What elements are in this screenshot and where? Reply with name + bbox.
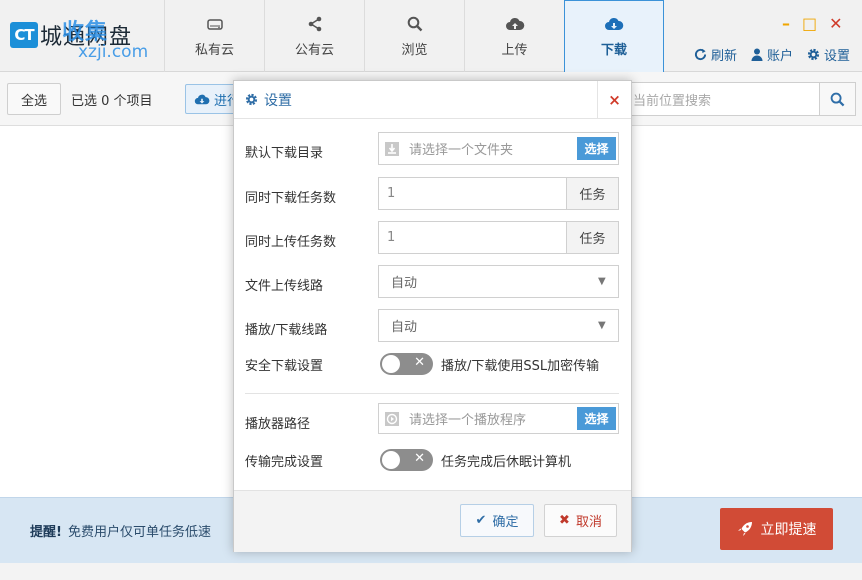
confirm-button[interactable]: ✔ 确定 — [460, 504, 534, 537]
toggle-knob — [382, 355, 400, 373]
gear-icon — [807, 48, 820, 61]
dialog-title: 设置 — [264, 92, 292, 109]
tab-public-cloud[interactable]: 公有云 — [264, 0, 364, 72]
tab-label: 浏览 — [401, 42, 428, 58]
concurrent-download-input[interactable]: 1 任务 — [378, 177, 619, 210]
drive-icon — [206, 15, 223, 33]
concurrent-upload-label: 同时上传任务数 — [245, 235, 337, 250]
dialog-header: 设置 × — [234, 81, 631, 119]
logo-badge: CT — [10, 22, 38, 48]
gear-icon — [245, 93, 258, 106]
maximize-button[interactable]: □ — [802, 14, 817, 34]
tab-label: 上传 — [501, 42, 528, 58]
toolbar-links: 刷新 账户 设置 — [694, 45, 850, 64]
top-header: CT 城通网盘 收集 xzji.com 私有云 公有云 浏览 上传 下载 – □… — [0, 0, 862, 72]
notice-title: 提醒! — [30, 525, 62, 540]
notice: 提醒! 免费用户仅可单任务低速 — [30, 521, 211, 540]
ssl-toggle[interactable]: ✕ — [380, 353, 433, 375]
tab-browse[interactable]: 浏览 — [364, 0, 464, 72]
cloud-download-icon — [194, 94, 210, 104]
concurrent-upload-unit: 任务 — [566, 222, 618, 253]
close-icon: ✖ — [559, 513, 570, 528]
download-dir-label: 默认下载目录 — [245, 146, 324, 161]
player-path-field[interactable]: 请选择一个播放程序 选择 — [378, 403, 619, 434]
window-controls: – □ ✕ — [782, 14, 843, 34]
caret-down-icon: ▼ — [598, 320, 606, 331]
choose-folder-button[interactable]: 选择 — [577, 137, 616, 160]
settings-dialog: 设置 × 默认下载目录 请选择一个文件夹 选择 同时下载任务数 1 任务 同时上… — [233, 80, 632, 552]
rocket-icon — [737, 522, 752, 536]
concurrent-download-unit: 任务 — [566, 178, 618, 209]
bottom-strip — [0, 563, 862, 580]
check-icon: ✔ — [475, 513, 487, 528]
search-input[interactable]: 当前位置搜索 — [630, 82, 820, 116]
select-all-button[interactable]: 全选 — [7, 83, 61, 115]
search-icon — [830, 92, 845, 106]
play-route-select[interactable]: 自动 ▼ — [378, 309, 619, 342]
refresh-button[interactable]: 刷新 — [694, 45, 737, 64]
tab-upload[interactable]: 上传 — [464, 0, 564, 72]
concurrent-download-label: 同时下载任务数 — [245, 191, 337, 206]
play-circle-icon — [379, 404, 405, 433]
settings-button[interactable]: 设置 — [807, 45, 850, 64]
choose-player-button[interactable]: 选择 — [577, 407, 616, 430]
minimize-button[interactable]: – — [782, 14, 790, 34]
toggle-off-icon: ✕ — [414, 451, 425, 466]
search-icon — [407, 15, 423, 33]
notice-text: 免费用户仅可单任务低速 — [67, 525, 211, 540]
search-button[interactable] — [819, 82, 856, 116]
refresh-icon — [694, 48, 707, 61]
concurrent-download-value: 1 — [387, 186, 396, 201]
toggle-off-icon: ✕ — [414, 355, 425, 370]
play-route-label: 播放/下载线路 — [245, 323, 328, 338]
tab-label: 私有云 — [194, 42, 234, 58]
upload-route-value: 自动 — [391, 276, 418, 291]
toggle-knob — [382, 451, 400, 469]
sleep-toggle-text: 任务完成后休眠计算机 — [441, 455, 572, 470]
upload-route-label: 文件上传线路 — [245, 279, 324, 294]
close-button[interactable]: ✕ — [829, 14, 842, 34]
sleep-toggle[interactable]: ✕ — [380, 449, 433, 471]
logo-text: 城通网盘 — [40, 25, 133, 50]
player-path-label: 播放器路径 — [245, 417, 311, 432]
share-icon — [307, 15, 323, 33]
user-icon — [751, 48, 763, 61]
secure-download-label: 安全下载设置 — [245, 359, 324, 374]
app-logo: CT 城通网盘 — [10, 18, 132, 52]
boost-button[interactable]: 立即提速 — [720, 508, 833, 550]
dialog-close-button[interactable]: × — [597, 81, 631, 119]
tab-label: 公有云 — [294, 42, 334, 58]
tab-download[interactable]: 下载 — [564, 0, 664, 72]
caret-down-icon: ▼ — [598, 276, 606, 287]
selected-count: 已选 0 个项目 — [71, 94, 153, 109]
dialog-divider — [245, 393, 619, 394]
concurrent-upload-value: 1 — [387, 230, 396, 245]
tab-private-cloud[interactable]: 私有云 — [164, 0, 264, 72]
concurrent-upload-input[interactable]: 1 任务 — [378, 221, 619, 254]
download-dir-field[interactable]: 请选择一个文件夹 选择 — [378, 132, 619, 165]
upload-route-select[interactable]: 自动 ▼ — [378, 265, 619, 298]
account-button[interactable]: 账户 — [751, 45, 793, 64]
download-folder-icon — [379, 133, 405, 164]
cloud-download-icon — [604, 15, 624, 33]
play-route-value: 自动 — [391, 320, 418, 335]
cloud-upload-icon — [505, 15, 525, 33]
cancel-button[interactable]: ✖ 取消 — [544, 504, 617, 537]
tab-label: 下载 — [600, 43, 627, 58]
dialog-footer: ✔ 确定 ✖ 取消 — [234, 490, 631, 552]
player-path-placeholder: 请选择一个播放程序 — [409, 413, 527, 428]
download-dir-placeholder: 请选择一个文件夹 — [409, 143, 514, 158]
ssl-toggle-text: 播放/下载使用SSL加密传输 — [441, 359, 600, 374]
transfer-done-label: 传输完成设置 — [245, 455, 324, 470]
